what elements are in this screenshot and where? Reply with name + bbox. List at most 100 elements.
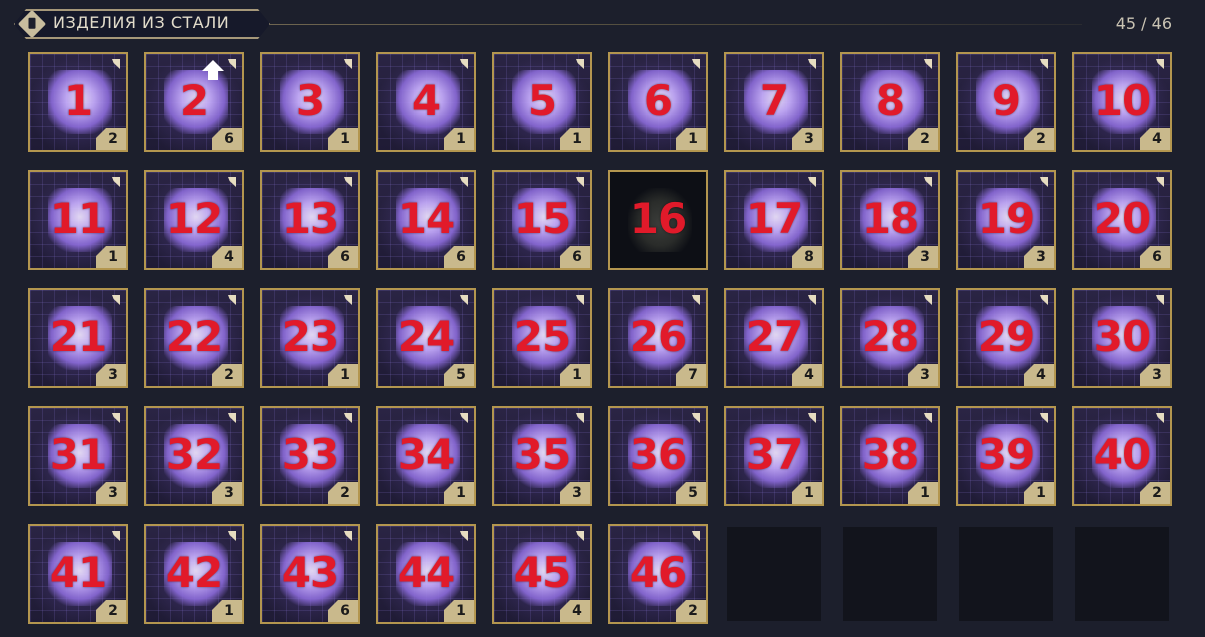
empty-slot[interactable] (843, 527, 937, 621)
item-slot[interactable]: 27 4 (724, 288, 824, 388)
item-number-label: 13 (281, 194, 339, 243)
item-number-label: 31 (49, 430, 107, 479)
item-slot[interactable]: 32 3 (144, 406, 244, 506)
item-slot[interactable]: 20 6 (1072, 170, 1172, 270)
item-number-label: 18 (861, 194, 919, 243)
item-slot[interactable]: 36 5 (608, 406, 708, 506)
item-number-label: 34 (397, 430, 455, 479)
item-number-label: 23 (281, 312, 339, 361)
item-slot[interactable]: 61 (608, 52, 708, 152)
item-slot[interactable]: 30 3 (1072, 288, 1172, 388)
item-slot[interactable]: 41 2 (28, 524, 128, 624)
item-slot[interactable]: 45 4 (492, 524, 592, 624)
header: ИЗДЕЛИЯ ИЗ СТАЛИ 45 / 46 (0, 0, 1205, 50)
item-number-label: 36 (629, 430, 687, 479)
item-slot[interactable]: 92 (956, 52, 1056, 152)
item-slot[interactable]: 22 2 (144, 288, 244, 388)
item-slot[interactable]: 11 1 (28, 170, 128, 270)
item-grid: 1 2 2 6 3 1 4 1 5 1 6 1 7 3 8 2 9 2 10 4 11 1 12 4 13 6 14 6 15 6 16 17… (28, 52, 1178, 624)
item-slot[interactable]: 13 6 (260, 170, 360, 270)
item-number-label: 15 (513, 194, 571, 243)
item-number-label: 21 (49, 312, 107, 361)
item-number-label: 26 (629, 312, 687, 361)
item-number-label: 22 (165, 312, 223, 361)
item-slot[interactable]: 37 1 (724, 406, 824, 506)
item-number-label: 12 (165, 194, 223, 243)
item-slot[interactable]: 40 2 (1072, 406, 1172, 506)
item-number-label: 6 (643, 76, 673, 125)
item-number-label: 37 (745, 430, 803, 479)
item-slot[interactable]: 10 4 (1072, 52, 1172, 152)
item-number-label: 30 (1093, 312, 1151, 361)
item-number-label: 3 (295, 76, 325, 125)
item-slot[interactable]: 26 7 (608, 288, 708, 388)
item-number-label: 29 (977, 312, 1035, 361)
item-number-label: 8 (875, 76, 905, 125)
item-slot[interactable]: 12 (28, 52, 128, 152)
item-number-label: 40 (1093, 430, 1151, 479)
item-slot[interactable]: 17 8 (724, 170, 824, 270)
item-number-label: 14 (397, 194, 455, 243)
item-number-label: 38 (861, 430, 919, 479)
item-number-label: 2 (179, 76, 209, 125)
item-slot[interactable]: 46 2 (608, 524, 708, 624)
item-slot[interactable]: 33 2 (260, 406, 360, 506)
item-count: 45 / 46 (1115, 14, 1172, 33)
item-number-label: 1 (63, 76, 93, 125)
item-number-label: 17 (745, 194, 803, 243)
header-divider (270, 24, 1082, 25)
item-slot[interactable]: 35 3 (492, 406, 592, 506)
item-number-label: 42 (165, 548, 223, 597)
item-slot[interactable]: 26 (144, 52, 244, 152)
item-slot[interactable]: 82 (840, 52, 940, 152)
item-slot[interactable]: 34 1 (376, 406, 476, 506)
item-slot[interactable]: 44 1 (376, 524, 476, 624)
item-slot[interactable]: 19 3 (956, 170, 1056, 270)
item-number-label: 41 (49, 548, 107, 597)
item-number-label: 10 (1093, 76, 1151, 125)
item-number-label: 24 (397, 312, 455, 361)
item-slot[interactable]: 42 1 (144, 524, 244, 624)
item-slot[interactable]: 39 1 (956, 406, 1056, 506)
item-slot[interactable]: 31 3 (28, 406, 128, 506)
item-number-label: 5 (527, 76, 557, 125)
item-slot[interactable]: 25 1 (492, 288, 592, 388)
item-number-label: 44 (397, 548, 455, 597)
item-number-label: 11 (49, 194, 107, 243)
item-number-label: 33 (281, 430, 339, 479)
item-slot[interactable]: 12 4 (144, 170, 244, 270)
item-slot[interactable]: 38 1 (840, 406, 940, 506)
item-slot[interactable]: 41 (376, 52, 476, 152)
page-title: ИЗДЕЛИЯ ИЗ СТАЛИ (53, 13, 230, 32)
item-slot[interactable]: 21 3 (28, 288, 128, 388)
item-slot[interactable]: 51 (492, 52, 592, 152)
item-slot[interactable]: 23 1 (260, 288, 360, 388)
item-slot[interactable]: 16 (608, 170, 708, 270)
item-number-label: 16 (629, 194, 687, 243)
item-number-label: 4 (411, 76, 441, 125)
item-number-label: 27 (745, 312, 803, 361)
item-number-label: 43 (281, 548, 339, 597)
item-number-label: 9 (991, 76, 1021, 125)
item-number-label: 46 (629, 548, 687, 597)
empty-slot[interactable] (727, 527, 821, 621)
item-number-label: 7 (759, 76, 789, 125)
item-slot[interactable]: 28 3 (840, 288, 940, 388)
item-number-label: 20 (1093, 194, 1151, 243)
item-slot[interactable]: 14 6 (376, 170, 476, 270)
item-number-label: 35 (513, 430, 571, 479)
empty-slot[interactable] (959, 527, 1053, 621)
item-number-label: 19 (977, 194, 1035, 243)
item-slot[interactable]: 31 (260, 52, 360, 152)
item-slot[interactable]: 73 (724, 52, 824, 152)
item-number-label: 25 (513, 312, 571, 361)
item-slot[interactable]: 43 6 (260, 524, 360, 624)
item-number-label: 32 (165, 430, 223, 479)
item-slot[interactable]: 18 3 (840, 170, 940, 270)
item-slot[interactable]: 15 6 (492, 170, 592, 270)
item-number-label: 45 (513, 548, 571, 597)
item-slot[interactable]: 29 4 (956, 288, 1056, 388)
item-slot[interactable]: 24 5 (376, 288, 476, 388)
item-number-label: 39 (977, 430, 1035, 479)
empty-slot[interactable] (1075, 527, 1169, 621)
